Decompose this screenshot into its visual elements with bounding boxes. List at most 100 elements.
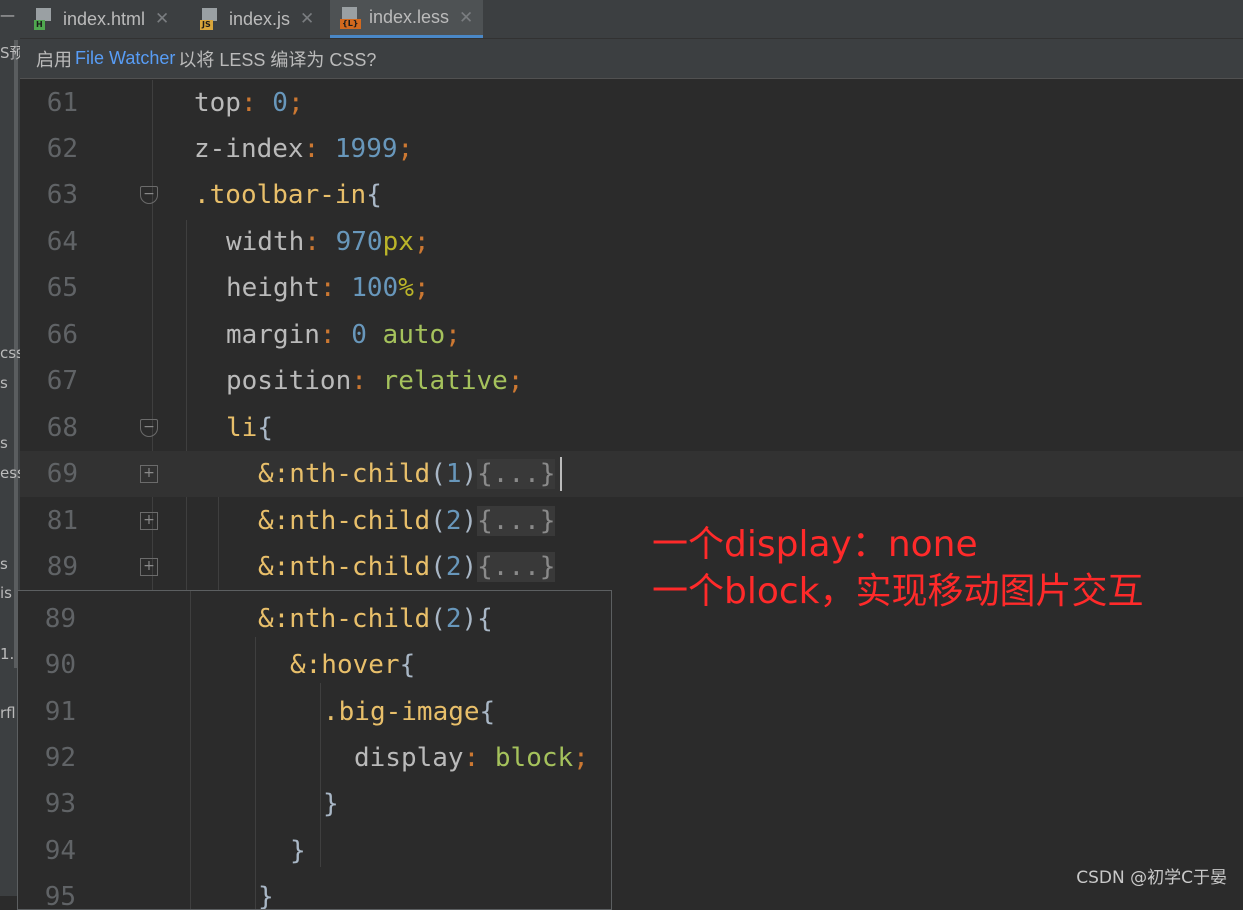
code-line[interactable]: 63 .toolbar-in{ −	[20, 172, 1243, 218]
tab-index-less[interactable]: {L} index.less ✕	[330, 0, 484, 38]
code-token-prop: width	[226, 227, 305, 257]
project-panel-fragment: —	[0, 6, 15, 24]
line-number: 65	[46, 273, 78, 303]
project-panel-fragment: s	[0, 555, 8, 573]
code-text: top: 0;	[194, 80, 304, 126]
close-icon[interactable]: ✕	[155, 9, 169, 29]
annotation-line-1: 一个display：none	[652, 524, 978, 565]
code-line[interactable]: 66 margin: 0 auto;	[20, 312, 1243, 358]
project-panel-fragment: rfl	[0, 704, 16, 722]
code-token-fold[interactable]: {...}	[477, 459, 556, 489]
code-token-punc: :	[304, 227, 336, 257]
js-file-badge: JS	[200, 20, 213, 30]
code-token-brace: (	[430, 604, 446, 634]
code-token-fold[interactable]: {...}	[477, 552, 556, 582]
file-watcher-link[interactable]: File Watcher	[75, 48, 175, 69]
tab-index-html[interactable]: H index.html ✕	[34, 0, 179, 38]
code-line[interactable]: 67 position: relative;	[20, 358, 1243, 404]
code-token-sel: &:nth-child	[258, 604, 431, 634]
code-token-val: relative	[382, 366, 508, 396]
text-caret	[560, 457, 562, 491]
line-number: 81	[46, 506, 78, 536]
code-line[interactable]: 92 display: block;	[18, 735, 611, 781]
code-token-val: block	[494, 743, 574, 773]
close-icon[interactable]: ✕	[300, 9, 314, 29]
code-token-punc: :	[303, 134, 335, 164]
code-token-fold[interactable]: {...}	[477, 506, 556, 536]
code-token-num: 2	[445, 552, 462, 582]
code-token-num: 970	[335, 227, 383, 257]
fold-expand-icon[interactable]: +	[140, 465, 158, 483]
code-line[interactable]: 93}	[18, 781, 611, 827]
notification-prefix: 启用	[36, 49, 72, 70]
code-text: position: relative;	[226, 358, 523, 404]
code-text: .big-image{	[323, 689, 495, 735]
code-token-brace: {	[399, 650, 416, 680]
code-line[interactable]: 89 &:nth-child(2){	[18, 596, 611, 642]
code-token-sel: .big-image	[323, 697, 480, 727]
code-token-num: 0	[272, 88, 288, 118]
code-token-brace: )	[461, 552, 478, 582]
fold-collapse-icon[interactable]: −	[140, 186, 158, 204]
code-token-brace: (	[430, 506, 446, 536]
fold-expand-icon[interactable]: +	[140, 558, 158, 576]
code-token-punc: ;	[413, 273, 430, 303]
fold-collapse-icon[interactable]: −	[140, 419, 158, 437]
code-line[interactable]: 62 z-index: 1999;	[20, 126, 1243, 172]
code-text: &:nth-child(2){	[258, 596, 493, 642]
tab-label: index.less	[369, 7, 450, 27]
code-line[interactable]: 64 width: 970px;	[20, 219, 1243, 265]
line-number: 66	[46, 320, 78, 350]
line-number: 92	[44, 743, 76, 773]
code-token-num: 1999	[334, 134, 398, 164]
file-watcher-notification: 启用 File Watcher 以将 LESS 编译为 CSS?	[20, 39, 1243, 79]
code-token-sel: &:hover	[290, 650, 400, 680]
fold-expand-icon[interactable]: +	[140, 512, 158, 530]
code-line[interactable]: 65 height: 100%;	[20, 265, 1243, 311]
line-number: 63	[46, 180, 78, 210]
code-text: }	[258, 874, 274, 909]
code-token-prop: margin	[226, 320, 320, 350]
close-icon[interactable]: ✕	[459, 8, 473, 28]
code-token-brace: )	[461, 604, 478, 634]
code-token-punc: :	[319, 273, 352, 303]
code-line[interactable]: 69 &:nth-child(1){...} +	[20, 451, 1243, 497]
code-token-brace: )	[461, 506, 478, 536]
tab-index-js[interactable]: JS index.js ✕	[200, 0, 324, 38]
code-token-punc: ;	[507, 366, 524, 396]
less-file-badge: {L}	[340, 18, 361, 29]
code-token-prop: position	[226, 366, 352, 396]
line-number: 90	[44, 650, 76, 680]
line-number: 67	[46, 366, 78, 396]
less-file-icon: {L}	[340, 6, 361, 29]
code-token-brace: {	[366, 180, 382, 210]
code-token-unit: %	[398, 273, 414, 303]
code-token-brace: )	[461, 459, 478, 489]
code-token-brace: }	[323, 789, 339, 819]
line-number: 89	[46, 552, 78, 582]
annotation-line-2: 一个block，实现移动图片交互	[652, 571, 1144, 612]
code-line[interactable]: 94}	[18, 828, 611, 874]
code-line[interactable]: 68 li{−	[20, 405, 1243, 451]
line-number: 95	[44, 882, 76, 910]
code-line[interactable]: 90 &:hover{	[18, 642, 611, 688]
code-line[interactable]: 95}	[18, 874, 611, 910]
line-number: 69	[46, 459, 78, 489]
line-number: 94	[44, 836, 76, 866]
watermark: CSDN @初学C于晏	[1076, 868, 1227, 888]
code-token-punc: ;	[397, 134, 414, 164]
line-number: 62	[46, 134, 78, 164]
code-line[interactable]: 81 &:nth-child(2){...} +	[20, 498, 1243, 544]
code-token-prop: z-index	[194, 134, 304, 164]
code-text: &:nth-child(2){...}	[258, 544, 556, 590]
code-token-punc: :	[240, 88, 273, 118]
code-text: }	[290, 828, 306, 874]
line-number: 89	[44, 604, 76, 634]
code-line[interactable]: 91 .big-image{	[18, 689, 611, 735]
code-token-sel: &:nth-child	[258, 459, 431, 489]
code-text: &:nth-child(1){...}	[258, 451, 556, 497]
project-panel-fragment: ess	[0, 464, 20, 482]
code-token-sel: .toolbar-in	[194, 180, 367, 210]
notification-suffix: 以将 LESS 编译为 CSS?	[178, 49, 377, 70]
code-line[interactable]: 61 top: 0;	[20, 80, 1243, 126]
